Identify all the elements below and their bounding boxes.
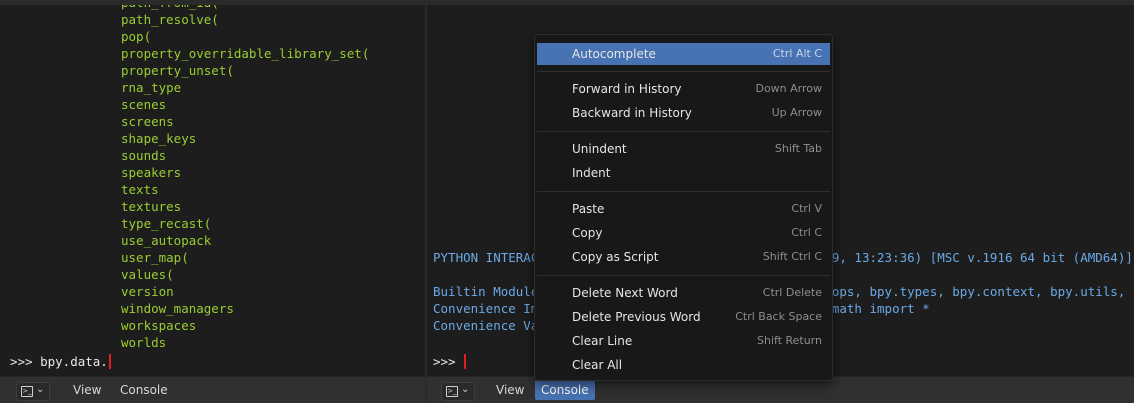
- menu-item-indent[interactable]: Indent: [537, 162, 830, 184]
- menu-separator: [537, 71, 830, 72]
- completion-item: version: [121, 284, 174, 299]
- menu-item-autocomplete[interactable]: Autocomplete Ctrl Alt C: [537, 43, 830, 65]
- completion-item: values(: [121, 267, 174, 282]
- completion-item: user_map(: [121, 250, 189, 265]
- view-menu[interactable]: View: [67, 380, 107, 400]
- prompt-text: >>> bpy.data.: [10, 354, 108, 369]
- editor-type-button[interactable]: >_ ⌄: [441, 382, 475, 401]
- completion-item: pop(: [121, 29, 152, 44]
- menu-separator: [537, 191, 830, 192]
- left-console-header: >_ ⌄ View Console: [0, 376, 425, 403]
- completion-item: rna_type: [121, 80, 182, 95]
- console-prompt-line[interactable]: >>> bpy.data.: [10, 353, 111, 370]
- menu-item-forward-in-history[interactable]: Forward in History Down Arrow: [537, 78, 830, 100]
- menu-item-clear-line[interactable]: Clear Line Shift Return: [537, 330, 830, 352]
- console-prompt-line[interactable]: >>>: [433, 353, 467, 370]
- left-console-output[interactable]: path_from_id( path_resolve( pop( propert…: [0, 0, 425, 377]
- text-cursor: [108, 354, 111, 369]
- completion-item: window_managers: [121, 301, 234, 316]
- editor-type-button[interactable]: >_ ⌄: [16, 382, 50, 401]
- menu-item-copy-as-script[interactable]: Copy as Script Shift Ctrl C: [537, 246, 830, 268]
- completion-item: path_resolve(: [121, 12, 219, 27]
- view-menu[interactable]: View: [490, 380, 530, 400]
- left-console-panel[interactable]: path_from_id( path_resolve( pop( propert…: [0, 0, 427, 403]
- menu-item-clear-all[interactable]: Clear All: [537, 354, 830, 376]
- completion-item: textures: [121, 199, 182, 214]
- completion-item: worlds: [121, 335, 167, 350]
- console-menu[interactable]: Console: [114, 380, 174, 400]
- prompt-text: >>>: [433, 354, 464, 369]
- completion-item: scenes: [121, 97, 167, 112]
- menu-separator: [537, 275, 830, 276]
- panel-top-edge: [0, 0, 425, 5]
- menu-item-delete-next-word[interactable]: Delete Next Word Ctrl Delete: [537, 282, 830, 304]
- chevron-down-icon: ⌄: [461, 384, 470, 395]
- terminal-icon: >_: [446, 386, 458, 397]
- console-context-menu: Autocomplete Ctrl Alt C Forward in Histo…: [534, 34, 833, 381]
- completion-item: type_recast(: [121, 216, 212, 231]
- menu-item-backward-in-history[interactable]: Backward in History Up Arrow: [537, 102, 830, 124]
- completion-item: texts: [121, 182, 159, 197]
- completion-item: workspaces: [121, 318, 197, 333]
- terminal-icon: >_: [21, 386, 33, 397]
- completion-item: shape_keys: [121, 131, 197, 146]
- completion-item: property_overridable_library_set(: [121, 46, 370, 61]
- text-cursor: [464, 354, 467, 369]
- completion-item: speakers: [121, 165, 182, 180]
- chevron-down-icon: ⌄: [36, 384, 45, 395]
- completion-item: property_unset(: [121, 63, 234, 78]
- menu-item-unindent[interactable]: Unindent Shift Tab: [537, 138, 830, 160]
- completion-item: sounds: [121, 148, 167, 163]
- panel-top-edge: [427, 0, 1134, 5]
- menu-item-paste[interactable]: Paste Ctrl V: [537, 198, 830, 220]
- menu-separator: [537, 131, 830, 132]
- console-menu[interactable]: Console: [535, 380, 595, 400]
- menu-item-copy[interactable]: Copy Ctrl C: [537, 222, 830, 244]
- completion-item: screens: [121, 114, 174, 129]
- completion-item: use_autopack: [121, 233, 212, 248]
- menu-item-delete-previous-word[interactable]: Delete Previous Word Ctrl Back Space: [537, 306, 830, 328]
